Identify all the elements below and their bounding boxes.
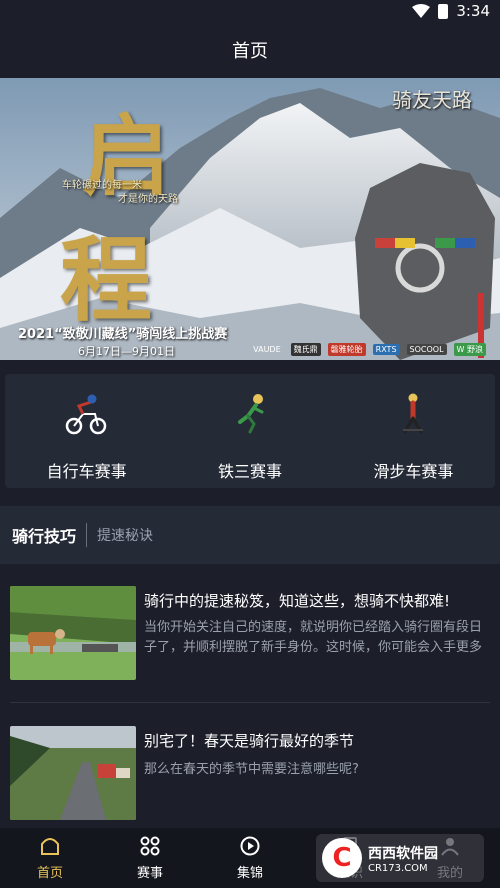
road-landscape-image (10, 726, 136, 820)
sponsor-logo: SOCOOL (406, 344, 447, 355)
article-excerpt: 当你开始关注自己的速度，就说明你已经踏入骑行圈有段日子了，并顺利摆脱了新手身份。… (144, 620, 483, 655)
events-icon (140, 836, 160, 855)
category-bicycle-events[interactable]: 自行车赛事 (5, 374, 168, 488)
cow-field-image (10, 586, 136, 680)
category-label: 铁三赛事 (217, 462, 282, 481)
sponsor-logo: VAUDE (253, 345, 281, 354)
battery-icon (438, 3, 449, 19)
banner-tagline-1: 车轮碾过的每一米 (62, 180, 142, 191)
category-triathlon-events[interactable]: 铁三赛事 (168, 374, 331, 488)
article-item[interactable]: 别宅了！春天是骑行最好的季节 那么在春天的季节中需要注意哪些呢? (0, 724, 500, 824)
sponsor-logo: 魏氏鼎 (290, 343, 321, 356)
nav-label: 首页 (36, 865, 63, 881)
status-time: 3:34 (456, 2, 490, 20)
event-category-card: 自行车赛事 铁三赛事 滑步车赛事 (5, 374, 495, 488)
article-thumbnail (10, 726, 136, 820)
banner-dates: 6月17日—9月01日 (78, 345, 175, 358)
category-label: 滑步车赛事 (373, 462, 454, 481)
article-title: 别宅了！春天是骑行最好的季节 (144, 732, 355, 750)
triathlon-icon (237, 394, 264, 434)
article-thumbnail (10, 586, 136, 680)
play-icon (240, 836, 260, 855)
watermark-logo-icon: C (322, 838, 362, 878)
balance-bike-icon (403, 393, 424, 434)
tab-speed-tips[interactable]: 提速秘诀 (87, 525, 153, 545)
nav-label: 集锦 (236, 865, 263, 881)
sponsor-logos: VAUDE 魏氏鼎 磐雅轮胎 RXTS SOCOOL W 野浪 (250, 343, 486, 356)
app-header: 首页 (0, 22, 500, 78)
page-title: 首页 (232, 41, 268, 62)
promo-banner[interactable]: 启 程 车轮碾过的每一米 才是你的天路 骑友天路 2021“致敬川藏线”骑闯线上… (0, 78, 500, 360)
watermark-url: CR173.COM (368, 862, 428, 874)
nav-label: 赛事 (136, 865, 163, 881)
home-icon (41, 837, 59, 855)
category-balance-bike-events[interactable]: 滑步车赛事 (332, 374, 495, 488)
banner-logo: 骑友天路 (392, 88, 472, 112)
nav-highlights[interactable]: 集锦 (200, 828, 300, 888)
banner-title-char-2: 程 (60, 226, 153, 334)
banner-tagline-2: 才是你的天路 (118, 194, 178, 205)
watermark-name: 西西软件园 (368, 845, 438, 862)
nav-events[interactable]: 赛事 (100, 828, 200, 888)
wifi-icon (412, 4, 431, 18)
article-item[interactable]: 骑行中的提速秘笈，知道这些，想骑不快都难! 当你开始关注自己的速度，就说明你已经… (0, 584, 500, 684)
site-watermark: C 西西软件园 CR173.COM (316, 834, 484, 882)
nav-home[interactable]: 首页 (0, 828, 100, 888)
sponsor-logo: W 野浪 (453, 343, 486, 356)
bicycle-icon (65, 394, 106, 435)
status-bar: 3:34 (0, 0, 500, 22)
section-tabs: 骑行技巧 提速秘诀 (0, 506, 500, 564)
article-divider (10, 702, 490, 703)
category-label: 自行车赛事 (46, 462, 127, 481)
sponsor-logo: 磐雅轮胎 (327, 343, 366, 356)
article-excerpt: 那么在春天的季节中需要注意哪些呢? (144, 762, 359, 777)
article-title: 骑行中的提速秘笈，知道这些，想骑不快都难! (144, 592, 451, 610)
tab-cycling-skills[interactable]: 骑行技巧 (12, 523, 88, 547)
sponsor-logo: RXTS (372, 344, 400, 355)
banner-campaign: 2021“致敬川藏线”骑闯线上挑战赛 (18, 327, 228, 342)
